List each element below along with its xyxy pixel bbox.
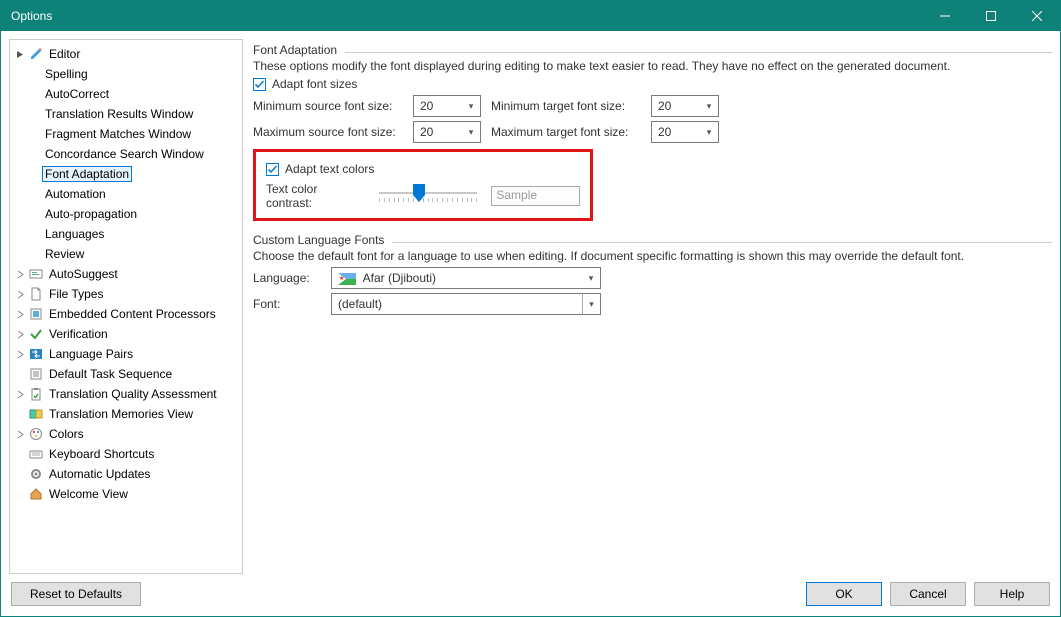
- tree-item-tm-view[interactable]: Translation Memories View: [12, 404, 240, 424]
- tm-icon: [28, 407, 44, 421]
- checkbox-checked-icon: [253, 78, 266, 91]
- chevron-down-icon: ▾: [462, 122, 480, 142]
- max-target-label: Maximum target font size:: [491, 125, 641, 139]
- window-title: Options: [11, 9, 922, 23]
- tree-item-tqa[interactable]: Translation Quality Assessment: [12, 384, 240, 404]
- clipboard-icon: [28, 387, 44, 401]
- chevron-down-icon: ▾: [700, 122, 718, 142]
- tree-item-translation-results[interactable]: Translation Results Window: [12, 104, 240, 124]
- expand-icon[interactable]: [14, 268, 26, 280]
- tree-item-verification[interactable]: Verification: [12, 324, 240, 344]
- tree-item-autocorrect[interactable]: AutoCorrect: [12, 84, 240, 104]
- contrast-label: Text color contrast:: [266, 182, 365, 210]
- pencil-icon: [28, 47, 44, 61]
- file-icon: [28, 287, 44, 301]
- minimize-button[interactable]: [922, 1, 968, 31]
- group-title: Font Adaptation: [253, 43, 337, 57]
- options-tree[interactable]: Editor Spelling AutoCorrect Translation …: [9, 39, 243, 574]
- tree-item-autosuggest[interactable]: AutoSuggest: [12, 264, 240, 284]
- sample-preview: Sample: [491, 186, 580, 206]
- close-button[interactable]: [1014, 1, 1060, 31]
- max-target-select[interactable]: 20 ▾: [651, 121, 719, 143]
- slider-thumb-icon: [413, 184, 425, 202]
- min-source-select[interactable]: 20 ▾: [413, 95, 481, 117]
- expand-icon[interactable]: [14, 308, 26, 320]
- adapt-font-sizes-checkbox[interactable]: Adapt font sizes: [253, 77, 1052, 91]
- tree-label: Editor: [46, 46, 83, 62]
- tree-item-editor[interactable]: Editor: [12, 44, 240, 64]
- font-label: Font:: [253, 297, 321, 311]
- tree-item-colors[interactable]: Colors: [12, 424, 240, 444]
- tree-item-languages[interactable]: Languages: [12, 224, 240, 244]
- min-target-select[interactable]: 20 ▾: [651, 95, 719, 117]
- group-title: Custom Language Fonts: [253, 233, 384, 247]
- options-window: Options Editor: [0, 0, 1061, 617]
- group-desc: These options modify the font displayed …: [253, 59, 1052, 73]
- checkbox-label: Adapt text colors: [285, 162, 374, 176]
- ok-button[interactable]: OK: [806, 582, 882, 606]
- cancel-button[interactable]: Cancel: [890, 582, 966, 606]
- tree-item-auto-updates[interactable]: Automatic Updates: [12, 464, 240, 484]
- language-label: Language:: [253, 271, 321, 285]
- checkbox-label: Adapt font sizes: [272, 77, 357, 91]
- tree-item-file-types[interactable]: File Types: [12, 284, 240, 304]
- tree-item-auto-propagation[interactable]: Auto-propagation: [12, 204, 240, 224]
- autosuggest-icon: [28, 267, 44, 281]
- expand-icon[interactable]: [14, 428, 26, 440]
- tree-item-embedded[interactable]: Embedded Content Processors: [12, 304, 240, 324]
- flag-icon: ★: [338, 273, 356, 285]
- content-panel: Font Adaptation These options modify the…: [253, 39, 1052, 574]
- gear-icon: [28, 467, 44, 481]
- tree-item-keyboard[interactable]: Keyboard Shortcuts: [12, 444, 240, 464]
- expand-icon[interactable]: [14, 388, 26, 400]
- tree-item-concordance[interactable]: Concordance Search Window: [12, 144, 240, 164]
- font-select[interactable]: (default) ▾: [331, 293, 601, 315]
- help-button[interactable]: Help: [974, 582, 1050, 606]
- group-desc: Choose the default font for a language t…: [253, 249, 1052, 263]
- reset-defaults-button[interactable]: Reset to Defaults: [11, 582, 141, 606]
- max-source-label: Maximum source font size:: [253, 125, 403, 139]
- tree-item-fragment-matches[interactable]: Fragment Matches Window: [12, 124, 240, 144]
- tree-item-spelling[interactable]: Spelling: [12, 64, 240, 84]
- adapt-text-colors-checkbox[interactable]: Adapt text colors: [266, 162, 580, 176]
- chevron-down-icon: ▾: [462, 96, 480, 116]
- home-icon: [28, 487, 44, 501]
- palette-icon: [28, 427, 44, 441]
- max-source-select[interactable]: 20 ▾: [413, 121, 481, 143]
- check-icon: [28, 327, 44, 341]
- language-select[interactable]: ★ Afar (Djibouti) ▾: [331, 267, 601, 289]
- tree-item-font-adaptation[interactable]: Font Adaptation: [12, 164, 240, 184]
- tree-item-default-task[interactable]: Default Task Sequence: [12, 364, 240, 384]
- highlighted-region: Adapt text colors Text color contrast:: [253, 149, 593, 221]
- tree-item-welcome[interactable]: Welcome View: [12, 484, 240, 504]
- arrows-icon: [28, 347, 44, 361]
- expand-icon[interactable]: [14, 328, 26, 340]
- collapse-icon[interactable]: [14, 48, 26, 60]
- min-target-label: Minimum target font size:: [491, 99, 641, 113]
- list-icon: [28, 367, 44, 381]
- button-bar: Reset to Defaults OK Cancel Help: [9, 574, 1052, 608]
- chevron-down-icon: ▾: [582, 294, 600, 314]
- custom-language-fonts-group: Custom Language Fonts Choose the default…: [253, 233, 1052, 319]
- tree-item-automation[interactable]: Automation: [12, 184, 240, 204]
- tree-item-review[interactable]: Review: [12, 244, 240, 264]
- maximize-button[interactable]: [968, 1, 1014, 31]
- embedded-icon: [28, 307, 44, 321]
- checkbox-checked-icon: [266, 163, 279, 176]
- font-adaptation-group: Font Adaptation These options modify the…: [253, 43, 1052, 221]
- expand-icon[interactable]: [14, 348, 26, 360]
- window-body: Editor Spelling AutoCorrect Translation …: [1, 31, 1060, 616]
- title-bar: Options: [1, 1, 1060, 31]
- tree-item-language-pairs[interactable]: Language Pairs: [12, 344, 240, 364]
- contrast-slider[interactable]: [379, 184, 477, 208]
- keyboard-icon: [28, 447, 44, 461]
- expand-icon[interactable]: [14, 288, 26, 300]
- min-source-label: Minimum source font size:: [253, 99, 403, 113]
- chevron-down-icon: ▾: [700, 96, 718, 116]
- chevron-down-icon: ▾: [582, 268, 600, 288]
